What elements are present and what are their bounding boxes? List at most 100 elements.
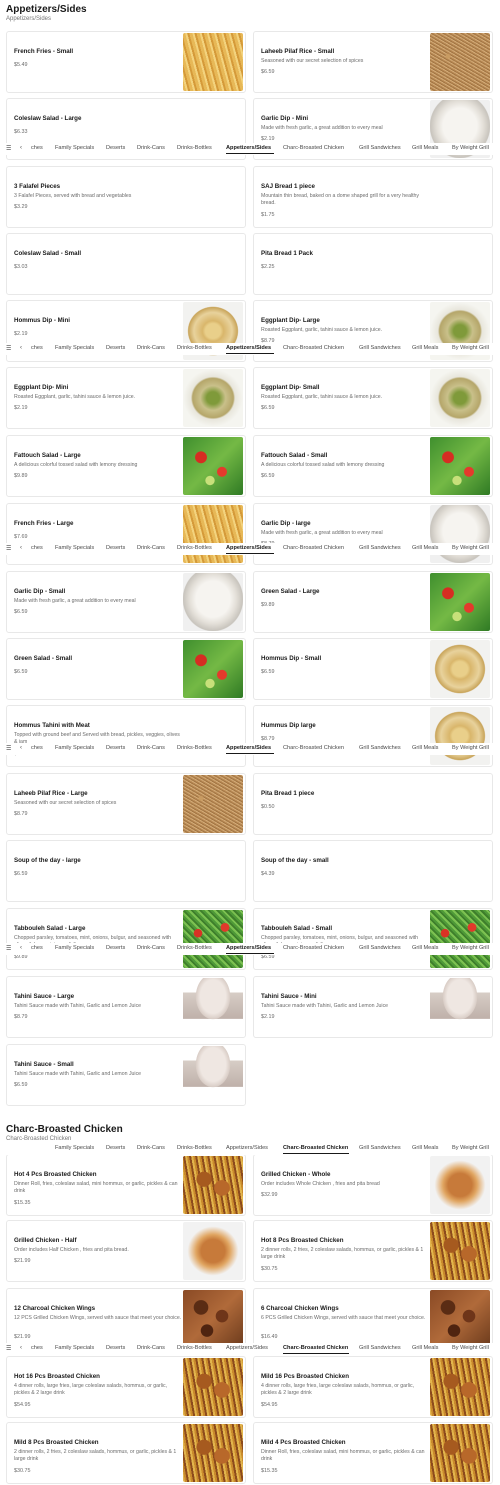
tab-drinks-bottles[interactable]: Drinks-Bottles: [177, 745, 212, 751]
tab-charc-broasted-chicken[interactable]: Charc-Broasted Chicken: [283, 1345, 348, 1351]
tab-appetizers-sides[interactable]: Appetizers/Sides: [226, 145, 271, 151]
tab-appetizers-sides[interactable]: Appetizers/Sides: [226, 1345, 268, 1351]
menu-item-card[interactable]: Mild 4 Pcs Broasted Chicken Dinner Roll, …: [253, 1422, 493, 1484]
menu-list-icon[interactable]: ☰: [6, 145, 11, 152]
menu-item-card[interactable]: Tabbouleh Salad - Small Chopped parsley, …: [253, 908, 493, 970]
menu-item-card[interactable]: Mild 8 Pcs Broasted Chicken 2 dinner roll…: [6, 1422, 246, 1484]
tab-grill-sandwiches[interactable]: Grill Sandwiches: [359, 145, 401, 151]
tab-by-weight-grill[interactable]: By Weight Grill: [452, 1145, 489, 1151]
tab-ches[interactable]: ches: [31, 745, 43, 751]
tab-grill-meals[interactable]: Grill Meals: [412, 1145, 438, 1151]
tab-by-weight-grill[interactable]: By Weight Grill: [452, 145, 489, 151]
tab-deserts[interactable]: Deserts: [106, 1145, 125, 1151]
tab-appetizers-sides[interactable]: Appetizers/Sides: [226, 1145, 268, 1151]
tab-ches[interactable]: ches: [31, 945, 43, 951]
menu-item-card[interactable]: Soup of the day - large $6.59: [6, 840, 246, 902]
tab-family-specials[interactable]: Family Specials: [55, 545, 94, 551]
tab-family-specials[interactable]: Family Specials: [55, 945, 94, 951]
tab-by-weight-grill[interactable]: By Weight Grill: [452, 745, 489, 751]
menu-item-card[interactable]: Laheeb Pilaf Rice - Large Seasoned with o…: [6, 773, 246, 835]
menu-item-card[interactable]: Fattouch Salad - Large A delicious colorf…: [6, 435, 246, 497]
menu-item-card[interactable]: Mild 16 Pcs Broasted Chicken 4 dinner rol…: [253, 1356, 493, 1418]
tab-ches[interactable]: ches: [31, 145, 43, 151]
tab-charc-broasted-chicken[interactable]: Charc-Broasted Chicken: [283, 745, 344, 751]
menu-item-card[interactable]: Hommus Dip - Small $6.59: [253, 638, 493, 700]
tab-appetizers-sides[interactable]: Appetizers/Sides: [226, 745, 271, 751]
menu-item-card[interactable]: Hummus Dip large $8.79: [253, 705, 493, 767]
tab-family-specials[interactable]: Family Specials: [55, 1145, 94, 1151]
menu-item-card[interactable]: Soup of the day - small $4.39: [253, 840, 493, 902]
tab-grill-meals[interactable]: Grill Meals: [412, 345, 438, 351]
tab-drink-cans[interactable]: Drink-Cans: [137, 1145, 165, 1151]
chevron-left-icon[interactable]: ‹: [20, 145, 22, 151]
tab-drinks-bottles[interactable]: Drinks-Bottles: [177, 345, 212, 351]
tab-grill-sandwiches[interactable]: Grill Sandwiches: [359, 745, 401, 751]
tab-appetizers-sides[interactable]: Appetizers/Sides: [226, 545, 271, 551]
tab-by-weight-grill[interactable]: By Weight Grill: [452, 1345, 489, 1351]
menu-item-card[interactable]: Grilled Chicken - Half Order includes Hal…: [6, 1220, 246, 1282]
menu-item-card[interactable]: Hommus Tahini with Meat Topped with groun…: [6, 705, 246, 767]
chevron-left-icon[interactable]: ‹: [20, 345, 22, 351]
tab-drinks-bottles[interactable]: Drinks-Bottles: [177, 145, 212, 151]
tab-grill-sandwiches[interactable]: Grill Sandwiches: [359, 545, 401, 551]
menu-item-card[interactable]: Green Salad - Small $6.59: [6, 638, 246, 700]
tab-grill-meals[interactable]: Grill Meals: [412, 1345, 438, 1351]
tab-ches[interactable]: ches: [31, 345, 43, 351]
menu-item-card[interactable]: Pita Bread 1 Pack $2.25: [253, 233, 493, 295]
tab-drink-cans[interactable]: Drink-Cans: [137, 345, 165, 351]
tab-by-weight-grill[interactable]: By Weight Grill: [452, 545, 489, 551]
menu-list-icon[interactable]: ☰: [6, 945, 11, 952]
menu-item-card[interactable]: Tahini Sauce - Large Tahini Sauce made wi…: [6, 976, 246, 1038]
tab-grill-meals[interactable]: Grill Meals: [412, 745, 438, 751]
menu-item-card[interactable]: Green Salad - Large $9.89: [253, 571, 493, 633]
menu-item-card[interactable]: Garlic Dip - large Made with fresh garlic…: [253, 503, 493, 565]
tab-family-specials[interactable]: Family Specials: [55, 745, 94, 751]
tab-deserts[interactable]: Deserts: [106, 145, 125, 151]
menu-list-icon[interactable]: ☰: [6, 1345, 11, 1352]
tab-charc-broasted-chicken[interactable]: Charc-Broasted Chicken: [283, 545, 344, 551]
tab-charc-broasted-chicken[interactable]: Charc-Broasted Chicken: [283, 945, 344, 951]
menu-item-card[interactable]: French Fries - Small $5.49: [6, 31, 246, 93]
menu-item-card[interactable]: Pita Bread 1 piece $0.50: [253, 773, 493, 835]
tab-charc-broasted-chicken[interactable]: Charc-Broasted Chicken: [283, 145, 344, 151]
menu-item-card[interactable]: Tahini Sauce - Mini Tahini Sauce made wit…: [253, 976, 493, 1038]
menu-item-card[interactable]: Tahini Sauce - Small Tahini Sauce made wi…: [6, 1044, 246, 1106]
menu-item-card[interactable]: Garlic Dip - Small Made with fresh garlic…: [6, 571, 246, 633]
tab-drinks-bottles[interactable]: Drinks-Bottles: [177, 545, 212, 551]
menu-item-card[interactable]: Tabbouleh Salad - Large Chopped parsley, …: [6, 908, 246, 970]
tab-charc-broasted-chicken[interactable]: Charc-Broasted Chicken: [283, 345, 344, 351]
menu-item-card[interactable]: 3 Falafel Pieces 3 Falafel Pieces, served…: [6, 166, 246, 228]
tab-grill-meals[interactable]: Grill Meals: [412, 545, 438, 551]
menu-item-card[interactable]: Fattouch Salad - Small A delicious colorf…: [253, 435, 493, 497]
tab-drinks-bottles[interactable]: Drinks-Bottles: [177, 945, 212, 951]
tab-grill-meals[interactable]: Grill Meals: [412, 145, 438, 151]
tab-grill-sandwiches[interactable]: Grill Sandwiches: [359, 345, 401, 351]
tab-drink-cans[interactable]: Drink-Cans: [137, 145, 165, 151]
tab-family-specials[interactable]: Family Specials: [55, 145, 94, 151]
tab-drink-cans[interactable]: Drink-Cans: [137, 945, 165, 951]
tab-drink-cans[interactable]: Drink-Cans: [137, 545, 165, 551]
menu-item-card[interactable]: SAJ Bread 1 piece Mountain thin bread, ba…: [253, 166, 493, 228]
tab-deserts[interactable]: Deserts: [106, 745, 125, 751]
menu-item-card[interactable]: French Fries - Large $7.69: [6, 503, 246, 565]
tab-drinks-bottles[interactable]: Drinks-Bottles: [177, 1345, 212, 1351]
tab-drink-cans[interactable]: Drink-Cans: [137, 1345, 165, 1351]
menu-item-card[interactable]: Grilled Chicken - Whole Order includes Wh…: [253, 1154, 493, 1216]
menu-list-icon[interactable]: ☰: [6, 545, 11, 552]
tab-by-weight-grill[interactable]: By Weight Grill: [452, 945, 489, 951]
tab-drink-cans[interactable]: Drink-Cans: [137, 745, 165, 751]
tab-grill-sandwiches[interactable]: Grill Sandwiches: [359, 945, 401, 951]
tab-deserts[interactable]: Deserts: [106, 345, 125, 351]
tab-charc-broasted-chicken[interactable]: Charc-Broasted Chicken: [283, 1145, 348, 1151]
chevron-left-icon[interactable]: ‹: [20, 745, 22, 751]
tab-deserts[interactable]: Deserts: [106, 1345, 125, 1351]
menu-item-card[interactable]: 6 Charcoal Chicken Wings 6 PCS Grilled Ch…: [253, 1288, 493, 1350]
tab-grill-sandwiches[interactable]: Grill Sandwiches: [359, 1145, 401, 1151]
chevron-left-icon[interactable]: ‹: [20, 545, 22, 551]
tab-ches[interactable]: ches: [31, 545, 43, 551]
tab-grill-meals[interactable]: Grill Meals: [412, 945, 438, 951]
chevron-left-icon[interactable]: ‹: [20, 945, 22, 951]
tab-grill-sandwiches[interactable]: Grill Sandwiches: [359, 1345, 401, 1351]
menu-list-icon[interactable]: ☰: [6, 345, 11, 352]
tab-deserts[interactable]: Deserts: [106, 945, 125, 951]
